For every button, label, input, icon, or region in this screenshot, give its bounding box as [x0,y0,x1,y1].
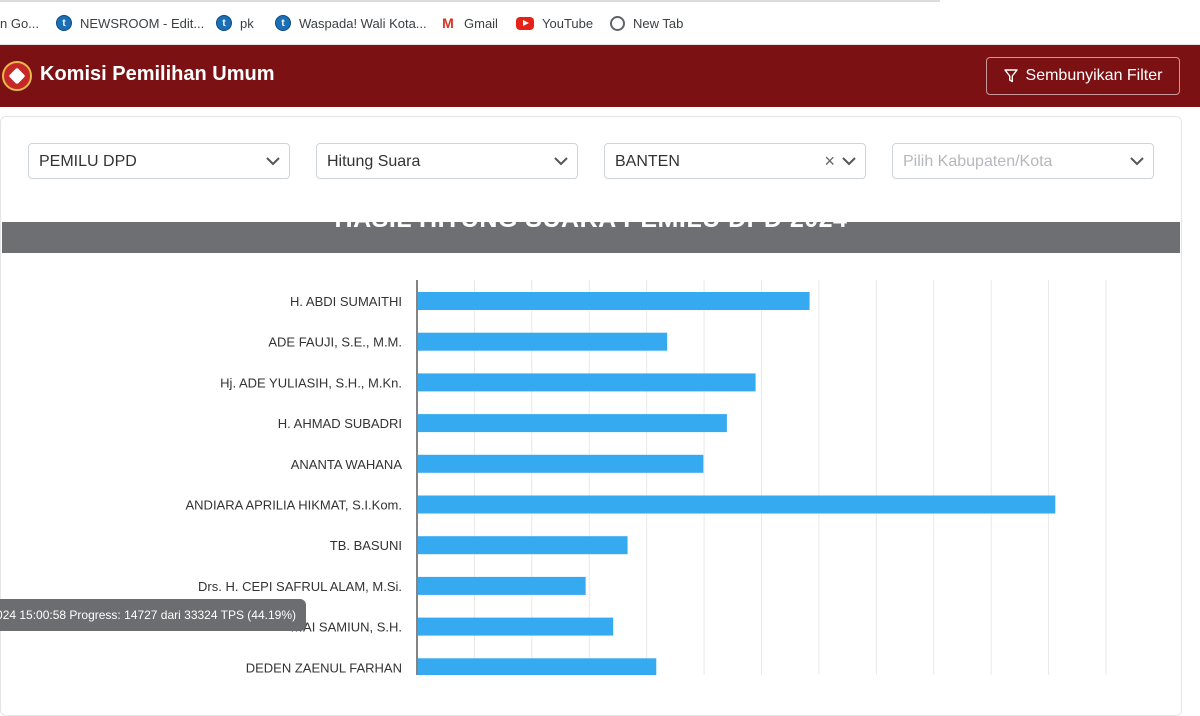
mode-select[interactable]: Hitung Suara [316,143,578,179]
site-t-icon: t [275,15,291,31]
regency-select-placeholder: Pilih Kabupaten/Kota [903,153,1053,170]
bar[interactable] [418,495,1056,514]
category-label: …AI SAMIUN, S.H. [290,620,402,635]
category-label: Drs. H. CEPI SAFRUL ALAM, M.Si. [198,579,402,594]
bar[interactable] [418,454,704,473]
chevron-down-icon [1129,153,1145,174]
bar[interactable] [418,536,628,555]
election-select[interactable]: PEMILU DPD [28,143,290,179]
bar[interactable] [418,576,586,595]
bookmark-label: Gmail [464,15,498,31]
site-t-icon: t [56,15,72,31]
bookmark-item-gmail[interactable]: M Gmail [440,13,498,33]
gmail-icon: M [440,15,456,31]
election-select-value: PEMILU DPD [39,153,137,170]
kpu-logo-icon [2,61,32,91]
category-label: TB. BASUNI [330,538,402,553]
bookmark-item-waspada[interactable]: t Waspada! Wali Kota... [275,13,427,33]
province-select[interactable]: BANTEN × [604,143,866,179]
bar[interactable] [418,617,614,636]
bar[interactable] [418,658,657,675]
bookmark-item-new-tab[interactable]: New Tab [610,13,683,33]
chevron-down-icon [553,153,569,174]
hide-filter-label: Sembunyikan Filter [1025,67,1163,84]
progress-tooltip: 024 15:00:58 Progress: 14727 dari 33324 … [0,599,306,631]
hide-filter-button[interactable]: Sembunyikan Filter [986,57,1180,95]
bookmarks-bar: n Go... t NEWSROOM - Edit... t pk t Wasp… [0,0,1200,45]
category-label: H. ABDI SUMAITHI [290,294,402,309]
bookmark-label: pk [240,15,254,31]
category-label: Hj. ADE YULIASIH, S.H., M.Kn. [220,375,402,390]
tab-strip-edge [0,0,940,2]
app-title: Komisi Pemilihan Umum [40,63,275,85]
bookmark-label: New Tab [633,15,684,31]
bookmark-label: Waspada! Wali Kota... [299,15,427,31]
category-label: H. AHMAD SUBADRI [278,416,402,431]
category-label: ADE FAUJI, S.E., M.M. [268,335,402,350]
globe-icon [610,15,625,31]
bar[interactable] [418,332,668,351]
bar[interactable] [418,414,727,433]
mode-select-value: Hitung Suara [327,153,421,170]
chevron-down-icon [265,153,281,174]
app-header: Komisi Pemilihan Umum Sembunyikan Filter [0,45,1200,107]
bar[interactable] [418,292,810,310]
bookmark-item-pk[interactable]: t pk [216,13,254,33]
filter-icon [1003,69,1018,83]
chevron-down-icon [841,153,857,174]
bookmark-item-youtube[interactable]: YouTube [516,13,593,33]
category-label: DEDEN ZAENUL FARHAN [246,660,402,675]
bookmark-item-newsroom[interactable]: t NEWSROOM - Edit... [56,13,204,33]
province-select-value: BANTEN [615,153,680,170]
clear-icon[interactable]: × [824,152,835,170]
category-label: ANANTA WAHANA [291,457,403,472]
site-t-icon: t [216,15,232,31]
bookmark-label: YouTube [542,15,594,31]
youtube-icon [516,16,534,30]
category-label: ANDIARA APRILIA HIKMAT, S.I.Kom. [186,498,403,513]
bookmark-label: n Go... [0,15,40,31]
bookmark-label: NEWSROOM - Edit... [80,15,205,31]
chart-title-bar: HASIL HITUNG SUARA PEMILU DPD 2024 [2,222,1180,253]
regency-select[interactable]: Pilih Kabupaten/Kota [892,143,1154,179]
chart-title: HASIL HITUNG SUARA PEMILU DPD 2024 [2,222,1180,234]
bar[interactable] [418,373,756,392]
progress-text: 024 15:00:58 Progress: 14727 dari 33324 … [0,608,296,622]
bookmark-item-1[interactable]: n Go... [0,13,39,33]
